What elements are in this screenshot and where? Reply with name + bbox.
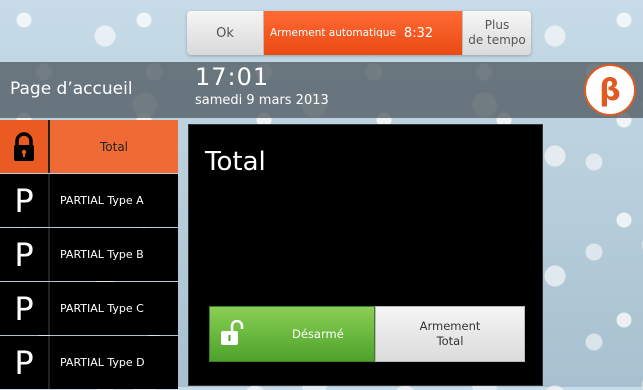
mode-partial-a[interactable]: P PARTIAL Type A [0, 174, 178, 227]
partial-mode-icon: P [0, 228, 50, 281]
mode-partial-b[interactable]: P PARTIAL Type B [0, 228, 178, 281]
unlock-icon [210, 320, 254, 348]
arm-label-line1: Armement [419, 319, 481, 333]
mode-label: PARTIAL Type A [60, 194, 144, 207]
auto-arm-timer: 8:32 [403, 25, 434, 41]
auto-arm-status: Armement automatique 8:32 [264, 11, 462, 55]
partial-mode-icon: P [0, 174, 50, 227]
header-band: Page d’accueil 17:01 samedi 9 mars 2013 [0, 62, 643, 118]
arm-label-line2: Total [436, 334, 464, 348]
mode-partial-c[interactable]: P PARTIAL Type C [0, 282, 178, 335]
auto-arm-label: Armement automatique [270, 27, 396, 39]
lock-icon [0, 120, 50, 173]
arm-total-button[interactable]: Armement Total [375, 306, 525, 362]
more-time-line1: Plus [484, 18, 510, 32]
mode-label: PARTIAL Type D [60, 356, 145, 369]
partial-mode-icon: P [0, 336, 50, 389]
mode-detail-panel: Total Désarmé Armement Total [188, 124, 543, 386]
mode-label: Total [99, 139, 129, 154]
more-time-button[interactable]: Plus de tempo [462, 11, 531, 55]
disarm-button[interactable]: Désarmé [209, 306, 375, 362]
mode-label: PARTIAL Type C [60, 302, 144, 315]
clock-time: 17:01 [195, 63, 270, 91]
disarm-label: Désarmé [292, 327, 344, 341]
mode-label: PARTIAL Type B [60, 248, 144, 261]
panel-title: Total [205, 147, 266, 177]
mode-total[interactable]: Total [0, 120, 178, 173]
mode-partial-d[interactable]: P PARTIAL Type D [0, 336, 178, 389]
brand-logo: β [584, 64, 636, 116]
clock-date: samedi 9 mars 2013 [195, 93, 329, 108]
more-time-line2: de tempo [468, 33, 526, 47]
mode-sidebar: Total P PARTIAL Type A P PARTIAL Type B … [0, 120, 178, 390]
partial-mode-icon: P [0, 282, 50, 335]
ok-button[interactable]: Ok [187, 11, 264, 55]
top-action-bar: Ok Armement automatique 8:32 Plus de tem… [187, 11, 531, 55]
page-title: Page d’accueil [10, 79, 133, 99]
